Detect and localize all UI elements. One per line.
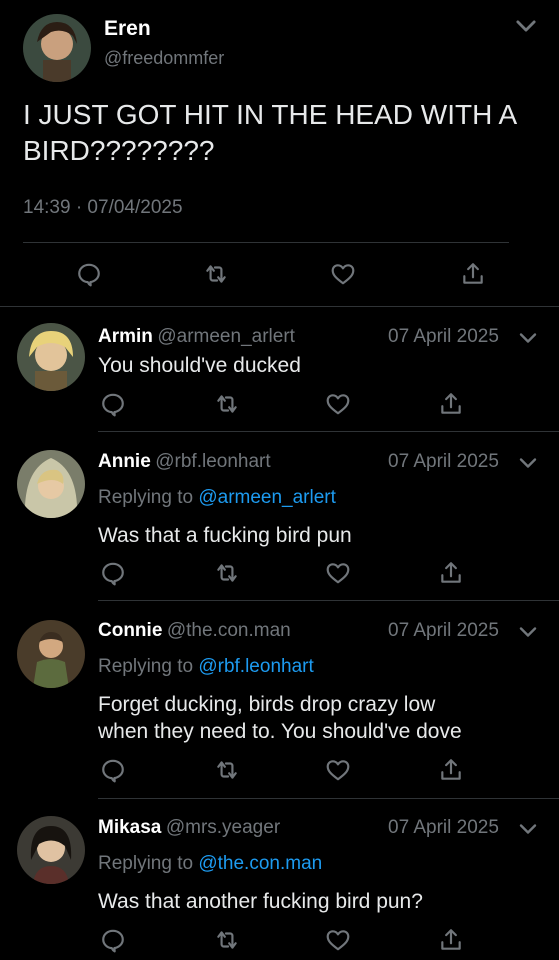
share-icon[interactable] (438, 927, 464, 953)
reply-icon[interactable] (100, 757, 126, 783)
avatar[interactable] (17, 450, 85, 518)
reply-text: Forget ducking, birds drop crazy low whe… (98, 691, 462, 745)
like-icon[interactable] (325, 927, 351, 953)
author-name[interactable]: Eren (104, 17, 151, 41)
reply-icon[interactable] (100, 927, 126, 953)
like-icon[interactable] (325, 560, 351, 586)
replying-to-label: Replying to (98, 656, 194, 677)
replying-to: Replying to @the.con.man (98, 853, 322, 875)
share-icon[interactable] (438, 391, 464, 417)
divider (98, 600, 559, 601)
chevron-down-icon[interactable] (516, 620, 540, 644)
divider (98, 431, 559, 432)
chevron-down-icon[interactable] (516, 817, 540, 841)
replying-to-link[interactable]: @the.con.man (198, 853, 322, 874)
replying-to: Replying to @armeen_arlert (98, 487, 336, 509)
reply-author-name[interactable]: Connie (98, 620, 162, 641)
reply-header: Armin @armeen_arlert (98, 326, 295, 348)
like-icon[interactable] (330, 261, 356, 287)
retweet-icon[interactable] (214, 560, 240, 586)
chevron-down-icon[interactable] (516, 326, 540, 350)
share-icon[interactable] (438, 560, 464, 586)
replying-to-label: Replying to (98, 487, 194, 508)
tweet-text-line: I JUST GOT HIT IN THE HEAD WITH A (23, 99, 518, 130)
reply-header: Mikasa @mrs.yeager (98, 817, 280, 839)
reply-author-name[interactable]: Mikasa (98, 817, 161, 838)
avatar[interactable] (17, 620, 85, 688)
replying-to-label: Replying to (98, 853, 194, 874)
retweet-icon[interactable] (214, 391, 240, 417)
chevron-down-icon[interactable] (516, 451, 540, 475)
reply-text-line: Forget ducking, birds drop crazy low (98, 693, 436, 716)
reply-author-name[interactable]: Armin (98, 326, 153, 347)
retweet-icon[interactable] (214, 927, 240, 953)
author-handle[interactable]: @freedommfer (104, 48, 224, 69)
share-icon[interactable] (460, 261, 486, 287)
retweet-icon[interactable] (203, 261, 229, 287)
avatar[interactable] (17, 816, 85, 884)
reply-text: You should've ducked (98, 354, 301, 377)
reply-date: 07 April 2025 (388, 326, 499, 347)
reply-author-handle[interactable]: @armeen_arlert (157, 326, 295, 347)
reply-text: Was that another fucking bird pun? (98, 890, 423, 913)
reply-date: 07 April 2025 (388, 817, 499, 838)
replying-to-link[interactable]: @rbf.leonhart (198, 656, 313, 677)
avatar[interactable] (23, 14, 91, 82)
reply-header: Annie @rbf.leonhart (98, 451, 271, 473)
retweet-icon[interactable] (214, 757, 240, 783)
reply-icon[interactable] (100, 391, 126, 417)
reply-author-handle[interactable]: @mrs.yeager (166, 817, 280, 838)
reply-author-name[interactable]: Annie (98, 451, 151, 472)
replying-to: Replying to @rbf.leonhart (98, 656, 314, 678)
reply-icon[interactable] (100, 560, 126, 586)
divider (0, 306, 559, 307)
tweet-text-line: BIRD???????? (23, 135, 215, 166)
reply-date: 07 April 2025 (388, 620, 499, 641)
chevron-down-icon[interactable] (512, 12, 540, 40)
reply-text: Was that a fucking bird pun (98, 524, 352, 547)
avatar[interactable] (17, 323, 85, 391)
reply-author-handle[interactable]: @the.con.man (167, 620, 291, 641)
reply-icon[interactable] (76, 261, 102, 287)
reply-author-handle[interactable]: @rbf.leonhart (155, 451, 270, 472)
divider (98, 798, 559, 799)
tweet-text: I JUST GOT HIT IN THE HEAD WITH A BIRD??… (23, 97, 517, 169)
like-icon[interactable] (325, 757, 351, 783)
replying-to-link[interactable]: @armeen_arlert (198, 487, 336, 508)
reply-header: Connie @the.con.man (98, 620, 291, 642)
share-icon[interactable] (438, 757, 464, 783)
divider (23, 242, 509, 243)
tweet-timestamp: 14:39 · 07/04/2025 (23, 197, 183, 218)
like-icon[interactable] (325, 391, 351, 417)
reply-text-line: when they need to. You should've dove (98, 720, 462, 743)
reply-date: 07 April 2025 (388, 451, 499, 472)
